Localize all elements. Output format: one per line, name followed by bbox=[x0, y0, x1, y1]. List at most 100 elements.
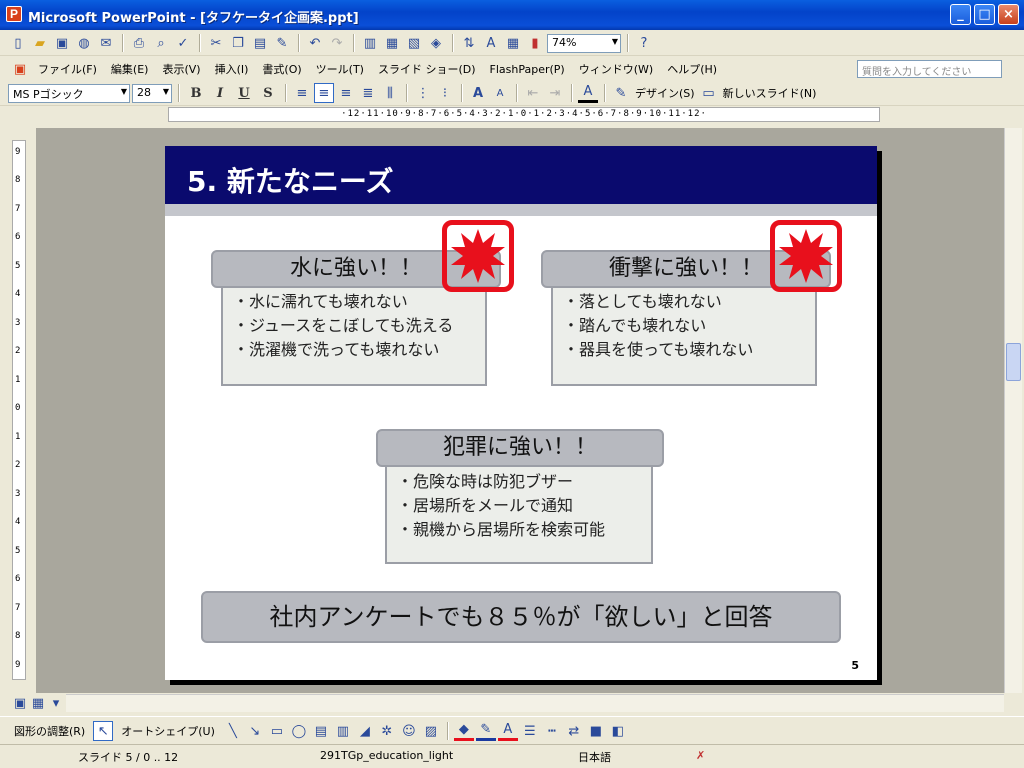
print-preview-icon[interactable]: ⌕ bbox=[151, 33, 171, 53]
close-button[interactable]: × bbox=[998, 4, 1019, 25]
slideshow-view-icon[interactable]: ▾ bbox=[46, 693, 66, 713]
cut-icon[interactable]: ✂ bbox=[206, 33, 226, 53]
align-left-icon[interactable]: ≡ bbox=[292, 83, 312, 103]
water-box[interactable]: ・水に濡れても壊れない ・ジュースをこぼしても洗える ・洗濯機で洗っても壊れない bbox=[221, 282, 487, 386]
paste-icon[interactable]: ▤ bbox=[250, 33, 270, 53]
numbering-icon[interactable]: ⋮ bbox=[413, 83, 433, 103]
email-icon[interactable]: ✉ bbox=[96, 33, 116, 53]
autoshapes-button[interactable]: オートシェイプ(U) bbox=[115, 721, 221, 741]
vertical-scrollbar[interactable] bbox=[1004, 128, 1022, 693]
save-icon[interactable]: ▣ bbox=[52, 33, 72, 53]
menu-flashpaper[interactable]: FlashPaper(P) bbox=[484, 61, 571, 78]
distribute-icon[interactable]: ⫼ bbox=[380, 83, 400, 103]
undo-icon[interactable]: ↶ bbox=[305, 33, 325, 53]
decrease-font-icon[interactable]: A bbox=[490, 83, 510, 103]
draw-menu-button[interactable]: 図形の調整(R) bbox=[8, 721, 91, 741]
line-color-icon[interactable]: ✎ bbox=[475, 721, 496, 741]
menu-insert[interactable]: 挿入(I) bbox=[209, 59, 255, 79]
menu-file[interactable]: ファイル(F) bbox=[32, 59, 103, 79]
font-name-dropdown[interactable]: MS Pゴシック ▼ bbox=[8, 83, 130, 103]
normal-view-icon[interactable]: ▣ bbox=[10, 693, 30, 713]
align-right-icon[interactable]: ≡ bbox=[336, 83, 356, 103]
new-document-icon[interactable]: ▯ bbox=[8, 33, 28, 53]
font-color-icon[interactable]: A bbox=[578, 83, 598, 103]
menu-view[interactable]: 表示(V) bbox=[156, 59, 206, 79]
new-slide-button[interactable]: 新しいスライド(N) bbox=[721, 85, 819, 101]
line-icon[interactable]: ╲ bbox=[223, 721, 243, 741]
spelling-icon[interactable]: ✓ bbox=[173, 33, 193, 53]
menu-format[interactable]: 書式(O) bbox=[256, 59, 307, 79]
copy-icon[interactable]: ❐ bbox=[228, 33, 248, 53]
line-style-icon[interactable]: ☰ bbox=[520, 721, 540, 741]
textbox-icon[interactable]: ▤ bbox=[311, 721, 331, 741]
arrow-icon[interactable]: ↘ bbox=[245, 721, 265, 741]
open-folder-icon[interactable]: ▰ bbox=[30, 33, 50, 53]
scroll-thumb[interactable] bbox=[1006, 343, 1021, 381]
fill-color-icon[interactable]: ◆ bbox=[453, 721, 474, 741]
expand-all-icon[interactable]: ⇅ bbox=[459, 33, 479, 53]
shadow-style-icon[interactable]: ■ bbox=[586, 721, 606, 741]
clipart-icon[interactable]: ☺ bbox=[399, 721, 419, 741]
insert-chart-icon[interactable]: ▥ bbox=[360, 33, 380, 53]
increase-font-icon[interactable]: A bbox=[468, 83, 488, 103]
format-painter-icon[interactable]: ✎ bbox=[272, 33, 292, 53]
decrease-indent-icon[interactable]: ⇤ bbox=[523, 83, 543, 103]
insert-diagram-icon[interactable]: ◈ bbox=[426, 33, 446, 53]
underline-button[interactable]: U bbox=[233, 86, 255, 101]
vertical-ruler[interactable]: 9 8 7 6 5 4 3 2 1 0 1 2 3 4 5 6 7 8 9 bbox=[12, 140, 26, 680]
help-icon[interactable]: ? bbox=[634, 33, 654, 53]
maximize-button[interactable]: □ bbox=[974, 4, 995, 25]
3d-style-icon[interactable]: ◧ bbox=[608, 721, 628, 741]
slide-canvas[interactable]: 5. 新たなニーズ ・水に濡れても壊れない ・ジュースをこぼしても洗える ・洗濯… bbox=[165, 146, 877, 680]
horizontal-scrollbar[interactable] bbox=[66, 694, 1004, 712]
menu-tools[interactable]: ツール(T) bbox=[310, 59, 370, 79]
permission-icon[interactable]: ◍ bbox=[74, 33, 94, 53]
bullets-icon[interactable]: ⁝ bbox=[435, 83, 455, 103]
color-grayscale-icon[interactable]: ▮ bbox=[525, 33, 545, 53]
print-icon[interactable]: ⎙ bbox=[129, 33, 149, 53]
crime-heading[interactable]: 犯罪に強い！！ bbox=[376, 429, 664, 467]
tables-borders-icon[interactable]: ▧ bbox=[404, 33, 424, 53]
wordart-icon[interactable]: ◢ bbox=[355, 721, 375, 741]
horizontal-ruler[interactable]: ·12·11·10·9·8·7·6·5·4·3·2·1·0·1·2·3·4·5·… bbox=[168, 107, 880, 122]
design-icon[interactable]: ✎ bbox=[611, 83, 631, 103]
minimize-button[interactable]: _ bbox=[950, 4, 971, 25]
help-question-input[interactable]: 質問を入力してください bbox=[857, 60, 1002, 78]
bold-button[interactable]: B bbox=[185, 86, 207, 101]
arrow-style-icon[interactable]: ⇄ bbox=[564, 721, 584, 741]
impact-burst-highlight[interactable] bbox=[770, 220, 842, 292]
show-formatting-icon[interactable]: A bbox=[481, 33, 501, 53]
italic-button[interactable]: I bbox=[209, 86, 231, 101]
new-slide-icon[interactable]: ▭ bbox=[699, 83, 719, 103]
survey-banner[interactable]: 社内アンケートでも８５％が「欲しい」と回答 bbox=[201, 591, 841, 643]
slide-title[interactable]: 5. 新たなニーズ bbox=[187, 160, 393, 200]
picture-icon[interactable]: ▨ bbox=[421, 721, 441, 741]
shadow-button[interactable]: S bbox=[257, 86, 279, 101]
rectangle-icon[interactable]: ▭ bbox=[267, 721, 287, 741]
zoom-dropdown[interactable]: 74% ▼ bbox=[547, 33, 621, 53]
menu-slideshow[interactable]: スライド ショー(D) bbox=[372, 59, 482, 79]
impact-box[interactable]: ・落としても壊れない ・踏んでも壊れない ・器具を使っても壊れない bbox=[551, 282, 817, 386]
align-center-icon[interactable]: ≡ bbox=[314, 83, 334, 103]
vertical-textbox-icon[interactable]: ▥ bbox=[333, 721, 353, 741]
font-size-dropdown[interactable]: 28 ▼ bbox=[132, 83, 172, 103]
show-grid-icon[interactable]: ▦ bbox=[503, 33, 523, 53]
diagram-icon[interactable]: ✲ bbox=[377, 721, 397, 741]
increase-indent-icon[interactable]: ⇥ bbox=[545, 83, 565, 103]
spellcheck-icon[interactable]: ✗ bbox=[696, 749, 705, 762]
slide-sorter-icon[interactable]: ▦ bbox=[28, 693, 48, 713]
document-icon[interactable]: ▣ bbox=[10, 59, 30, 79]
powerpoint-app-icon[interactable] bbox=[6, 6, 22, 22]
crime-box[interactable]: ・危険な時は防犯ブザー ・居場所をメールで通知 ・親機から居場所を検索可能 bbox=[385, 462, 653, 564]
water-burst-highlight[interactable] bbox=[442, 220, 514, 292]
justify-icon[interactable]: ≣ bbox=[358, 83, 378, 103]
font-color-icon[interactable]: A bbox=[497, 721, 518, 741]
menu-help[interactable]: ヘルプ(H) bbox=[661, 59, 723, 79]
insert-table-icon[interactable]: ▦ bbox=[382, 33, 402, 53]
redo-icon[interactable]: ↷ bbox=[327, 33, 347, 53]
menu-edit[interactable]: 編集(E) bbox=[105, 59, 155, 79]
select-pointer-icon[interactable]: ↖ bbox=[93, 721, 114, 741]
menu-window[interactable]: ウィンドウ(W) bbox=[573, 59, 659, 79]
oval-icon[interactable]: ◯ bbox=[289, 721, 309, 741]
design-button[interactable]: デザイン(S) bbox=[633, 85, 697, 101]
